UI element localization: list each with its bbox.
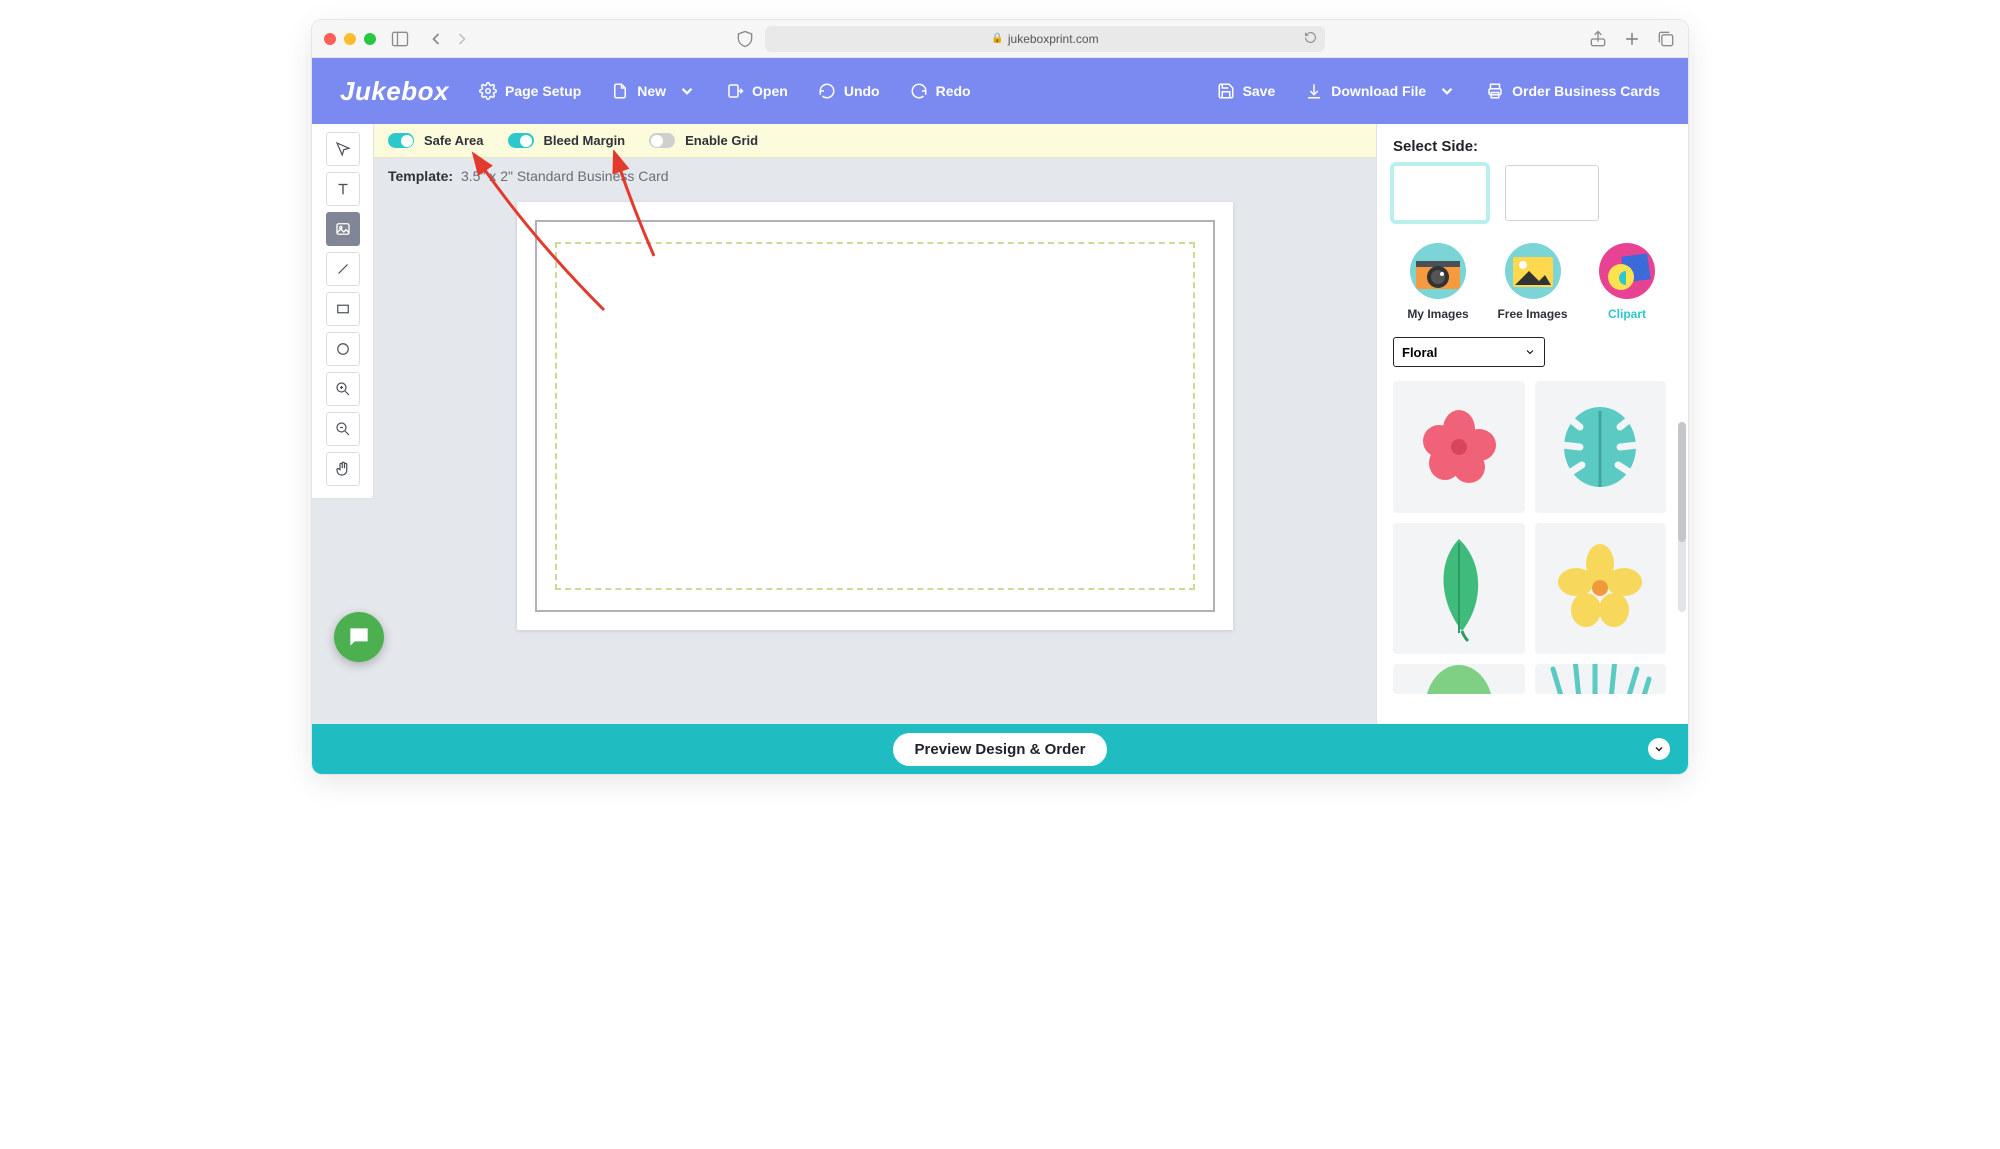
preview-order-button[interactable]: Preview Design & Order [893,733,1108,766]
safe-area-label: Safe Area [424,133,484,148]
refresh-icon[interactable] [1304,31,1317,47]
open-button[interactable]: Open [726,82,788,100]
clipart-category-value: Floral [1402,345,1437,360]
save-button[interactable]: Save [1217,82,1276,100]
canvas-column: Safe Area Bleed Margin Enable Grid Templ… [374,124,1376,724]
line-tool[interactable] [326,252,360,286]
enable-grid-toggle[interactable] [649,133,675,148]
undo-label: Undo [844,83,880,99]
minimize-window[interactable] [344,33,356,45]
left-toolbar [312,124,374,499]
undo-button[interactable]: Undo [818,82,880,100]
privacy-shield-icon[interactable] [735,29,755,49]
picture-icon [1501,241,1565,301]
open-icon [726,82,744,100]
template-value: 3.5" x 2" Standard Business Card [461,168,669,184]
save-label: Save [1243,83,1276,99]
tab-my-images[interactable]: My Images [1393,241,1483,321]
tab-free-images-label: Free Images [1497,307,1567,321]
clipart-category-select[interactable]: Floral [1393,337,1545,367]
download-file-button[interactable]: Download File [1305,82,1456,100]
canvas-options-bar: Safe Area Bleed Margin Enable Grid [374,124,1376,158]
zoom-in-tool[interactable] [326,372,360,406]
file-icon [611,82,629,100]
traffic-lights [324,33,376,45]
clipart-yellow-flower[interactable] [1535,523,1667,655]
clipart-grass-top[interactable] [1535,664,1667,694]
share-icon[interactable] [1588,29,1608,49]
back-button[interactable] [426,29,446,49]
pan-tool[interactable] [326,452,360,486]
text-tool[interactable] [326,172,360,206]
url-text: jukeboxprint.com [1008,32,1099,46]
select-tool[interactable] [326,132,360,166]
brand-logo[interactable]: Jukebox [340,76,449,107]
zoom-out-tool[interactable] [326,412,360,446]
new-button[interactable]: New [611,82,696,100]
image-tool[interactable] [326,212,360,246]
chevron-down-icon [1438,82,1456,100]
safe-area-toggle[interactable] [388,133,414,148]
bleed-margin-toggle[interactable] [508,133,534,148]
app-topbar: Jukebox Page Setup New Open Undo Redo Sa… [312,58,1688,124]
tab-free-images[interactable]: Free Images [1488,241,1578,321]
expand-bottom-bar[interactable] [1648,738,1670,760]
clipart-scrollbar[interactable] [1678,422,1686,612]
right-panel: Select Side: My Images Free Images [1376,124,1688,724]
tab-clipart[interactable]: Clipart [1582,241,1672,321]
close-window[interactable] [324,33,336,45]
enable-grid-label: Enable Grid [685,133,758,148]
clipart-grid [1393,381,1672,694]
bottom-bar: Preview Design & Order [312,724,1688,774]
redo-icon [910,82,928,100]
chevron-down-icon [678,82,696,100]
circle-tool[interactable] [326,332,360,366]
template-label: Template: [388,168,453,184]
safe-area-guide [555,242,1195,590]
shapes-icon [1595,241,1659,301]
chat-support-button[interactable] [334,612,384,662]
design-canvas[interactable] [517,202,1233,630]
gear-icon [479,82,497,100]
new-tab-icon[interactable] [1622,29,1642,49]
clipart-leaf[interactable] [1393,523,1525,655]
rectangle-tool[interactable] [326,292,360,326]
printer-icon [1486,82,1504,100]
chevron-down-icon [1524,346,1536,358]
page-setup-label: Page Setup [505,83,581,99]
order-button[interactable]: Order Business Cards [1486,82,1660,100]
address-bar[interactable]: 🔒 jukeboxprint.com [765,26,1325,52]
forward-button[interactable] [452,29,472,49]
side-back-thumb[interactable] [1505,165,1599,221]
clipart-monstera[interactable] [1535,381,1667,513]
canvas-stage[interactable] [374,184,1376,724]
download-label: Download File [1331,83,1426,99]
maximize-window[interactable] [364,33,376,45]
template-info: Template: 3.5" x 2" Standard Business Ca… [374,158,1376,184]
tab-clipart-label: Clipart [1608,307,1646,321]
redo-label: Redo [936,83,971,99]
side-front-thumb[interactable] [1393,165,1487,221]
tab-my-images-label: My Images [1407,307,1468,321]
clipart-hibiscus[interactable] [1393,381,1525,513]
undo-icon [818,82,836,100]
new-label: New [637,83,666,99]
lock-icon: 🔒 [991,33,1003,44]
camera-icon [1406,241,1470,301]
download-icon [1305,82,1323,100]
bleed-margin-label: Bleed Margin [544,133,626,148]
redo-button[interactable]: Redo [910,82,971,100]
order-label: Order Business Cards [1512,83,1660,99]
browser-chrome: 🔒 jukeboxprint.com [312,20,1688,58]
chevron-down-icon [1653,743,1665,755]
save-icon [1217,82,1235,100]
content-area: Safe Area Bleed Margin Enable Grid Templ… [312,124,1688,724]
open-label: Open [752,83,788,99]
tabs-icon[interactable] [1656,29,1676,49]
sidebar-toggle-icon[interactable] [390,29,410,49]
page-setup-button[interactable]: Page Setup [479,82,581,100]
clipart-plant-top[interactable] [1393,664,1525,694]
select-side-label: Select Side: [1393,138,1672,155]
